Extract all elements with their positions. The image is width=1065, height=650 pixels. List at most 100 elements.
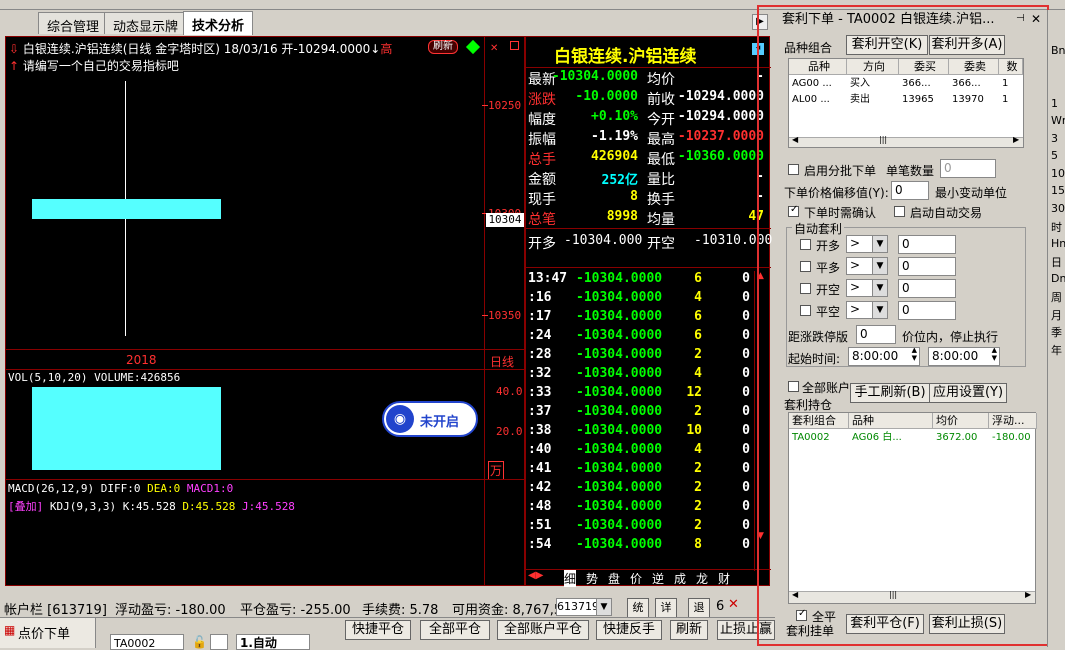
volume-bar bbox=[32, 387, 221, 470]
quote-row: 振幅 -1.19% 最高 -10237.0000 bbox=[526, 129, 766, 149]
bottom-action-button[interactable]: 刷新 bbox=[670, 620, 708, 640]
period-item[interactable]: Wn bbox=[1051, 114, 1065, 127]
quote-row-label: 换手 bbox=[647, 192, 675, 208]
tick-row: :54 -10304.0000 8 0 bbox=[526, 537, 766, 556]
close-icon[interactable]: ✕ bbox=[728, 597, 739, 612]
period-item[interactable]: 5 bbox=[1051, 149, 1058, 162]
tick-volume: 4 bbox=[694, 366, 702, 381]
tick-row: :28 -10304.0000 2 0 bbox=[526, 347, 766, 366]
period-item[interactable]: 月 bbox=[1051, 307, 1062, 323]
tick-volume: 2 bbox=[694, 404, 702, 419]
y-label: 10350 bbox=[488, 309, 522, 322]
tick-change: 0 bbox=[742, 347, 750, 362]
period-item[interactable]: Dn bbox=[1051, 272, 1065, 285]
period-item[interactable]: 10 bbox=[1051, 167, 1065, 180]
tick-price: -10304.0000 bbox=[576, 442, 663, 457]
quote-row: 总手 426904 最低 -10360.0000 bbox=[526, 149, 766, 169]
quote-title: 白银连续.沪铝连续 bbox=[554, 47, 697, 67]
quote-tab[interactable]: 细 bbox=[564, 570, 577, 587]
period-item[interactable]: 3 bbox=[1051, 132, 1058, 145]
stats-button[interactable]: 统 bbox=[627, 598, 649, 618]
quote-tab[interactable]: 龙 bbox=[696, 570, 708, 587]
tick-volume: 4 bbox=[694, 290, 702, 305]
quote-row-label: 均量 bbox=[647, 212, 675, 228]
mode-select[interactable]: 1.自动 bbox=[236, 634, 310, 650]
tick-time: :40 bbox=[528, 442, 552, 457]
bottom-action-button[interactable]: 快捷反手 bbox=[596, 620, 662, 640]
quote-row: 现手 8 换手 - bbox=[526, 189, 766, 209]
tick-volume: 2 bbox=[694, 461, 702, 476]
detail-button[interactable]: 详 bbox=[655, 598, 677, 618]
tab-dynamic-board[interactable]: 动态显示牌 bbox=[104, 12, 188, 35]
code-input[interactable]: TA0002 bbox=[110, 634, 184, 650]
quote-row-value: -10.0000 bbox=[575, 89, 638, 104]
period-item[interactable]: 季 bbox=[1051, 324, 1062, 340]
divider bbox=[6, 479, 526, 480]
tick-row: :41 -10304.0000 2 0 bbox=[526, 461, 766, 480]
tick-row: :37 -10304.0000 2 0 bbox=[526, 404, 766, 423]
quote-row-value: -10360.0000 bbox=[677, 149, 764, 164]
tick-price: -10304.0000 bbox=[576, 537, 663, 552]
quote-tab[interactable]: 成 bbox=[674, 570, 686, 587]
diamond-icon bbox=[465, 39, 481, 55]
quote-row-value: -10237.0000 bbox=[677, 129, 764, 144]
period-item[interactable]: 年 bbox=[1051, 342, 1062, 358]
tick-time: :51 bbox=[528, 518, 552, 533]
tick-price: -10304.0000 bbox=[576, 328, 663, 343]
tick-volume: 2 bbox=[694, 518, 702, 533]
quote-tab[interactable]: 逆 bbox=[652, 570, 664, 587]
tab-technical-analysis[interactable]: 技术分析 bbox=[183, 11, 254, 35]
refresh-button[interactable]: 刷新 bbox=[428, 40, 458, 54]
quote-row: 金额 252亿 量比 - bbox=[526, 169, 766, 189]
order-tab[interactable]: ▦ 点价下单 bbox=[0, 618, 96, 648]
quote-row-label: 总笔 bbox=[528, 212, 556, 228]
exit-button[interactable]: 退 bbox=[688, 598, 710, 618]
option-box[interactable] bbox=[210, 634, 228, 650]
tick-time: :16 bbox=[528, 290, 552, 305]
tick-row: :42 -10304.0000 2 0 bbox=[526, 480, 766, 499]
bottom-action-button[interactable]: 全部账户平仓 bbox=[497, 620, 589, 640]
not-enabled-badge[interactable]: ◉ 未开启 bbox=[382, 401, 478, 437]
account-select[interactable]: 613719 ▼ bbox=[556, 598, 612, 616]
account-status-bar: 帐户栏 [613719] 浮动盈亏: -180.00 平仓盈亏: -255.00… bbox=[0, 597, 775, 618]
quote-tab[interactable]: 盘 bbox=[608, 570, 620, 587]
quote-row-value: 426904 bbox=[591, 149, 638, 164]
quote-row-value: -10304.0000 bbox=[551, 69, 638, 84]
period-sidebar: Bn 1 Wn 3 5 10 15 30 时 Hn 日 Dn 周月季年 bbox=[1047, 10, 1065, 647]
period-item[interactable]: 1 bbox=[1051, 97, 1058, 110]
quote-row-label: 总手 bbox=[528, 152, 556, 168]
year-label: 2018 bbox=[126, 353, 157, 367]
period-item[interactable]: 周 bbox=[1051, 289, 1062, 305]
quote-tab[interactable]: 财 bbox=[718, 570, 730, 587]
quote-row-label: 今开 bbox=[647, 112, 675, 128]
period-item[interactable]: 30 bbox=[1051, 202, 1065, 215]
kline-chart[interactable]: ⇩ 白银连续.沪铝连续(日线 金字塔时区) 18/03/16 开-10294.0… bbox=[5, 36, 526, 586]
period-item[interactable]: 日 bbox=[1051, 254, 1062, 270]
vol-axis-label: 40.0 bbox=[496, 385, 523, 398]
candle-body bbox=[32, 199, 221, 219]
period-item[interactable]: Hn bbox=[1051, 237, 1065, 250]
period-item[interactable]: 时 bbox=[1051, 219, 1062, 235]
tick-volume: 4 bbox=[694, 442, 702, 457]
period-item[interactable]: 15 bbox=[1051, 184, 1065, 197]
bottom-action-button[interactable]: 快捷平仓 bbox=[345, 620, 411, 640]
tick-change: 0 bbox=[742, 499, 750, 514]
bottom-action-button[interactable]: 全部平仓 bbox=[420, 620, 490, 640]
tick-volume: 2 bbox=[694, 480, 702, 495]
tick-time: 13:47 bbox=[528, 271, 568, 286]
tick-price: -10304.0000 bbox=[576, 423, 663, 438]
quote-tab[interactable]: 价 bbox=[630, 570, 642, 587]
tick-time: :41 bbox=[528, 461, 552, 476]
float-pl: 浮动盈亏: -180.00 bbox=[115, 603, 226, 618]
tab-overview[interactable]: 综合管理 bbox=[38, 12, 109, 35]
tick-volume: 6 bbox=[694, 309, 702, 324]
tick-row: :24 -10304.0000 6 0 bbox=[526, 328, 766, 347]
quote-row-value: 8998 bbox=[606, 209, 638, 224]
quote-tab[interactable]: 势 bbox=[586, 570, 598, 587]
nav-left-icon[interactable]: ◀▶ bbox=[528, 570, 543, 581]
maximize-icon[interactable] bbox=[510, 41, 519, 50]
tick-row: :48 -10304.0000 2 0 bbox=[526, 499, 766, 518]
period-item[interactable]: Bn bbox=[1051, 44, 1065, 57]
tick-change: 0 bbox=[742, 442, 750, 457]
tick-change: 0 bbox=[742, 518, 750, 533]
